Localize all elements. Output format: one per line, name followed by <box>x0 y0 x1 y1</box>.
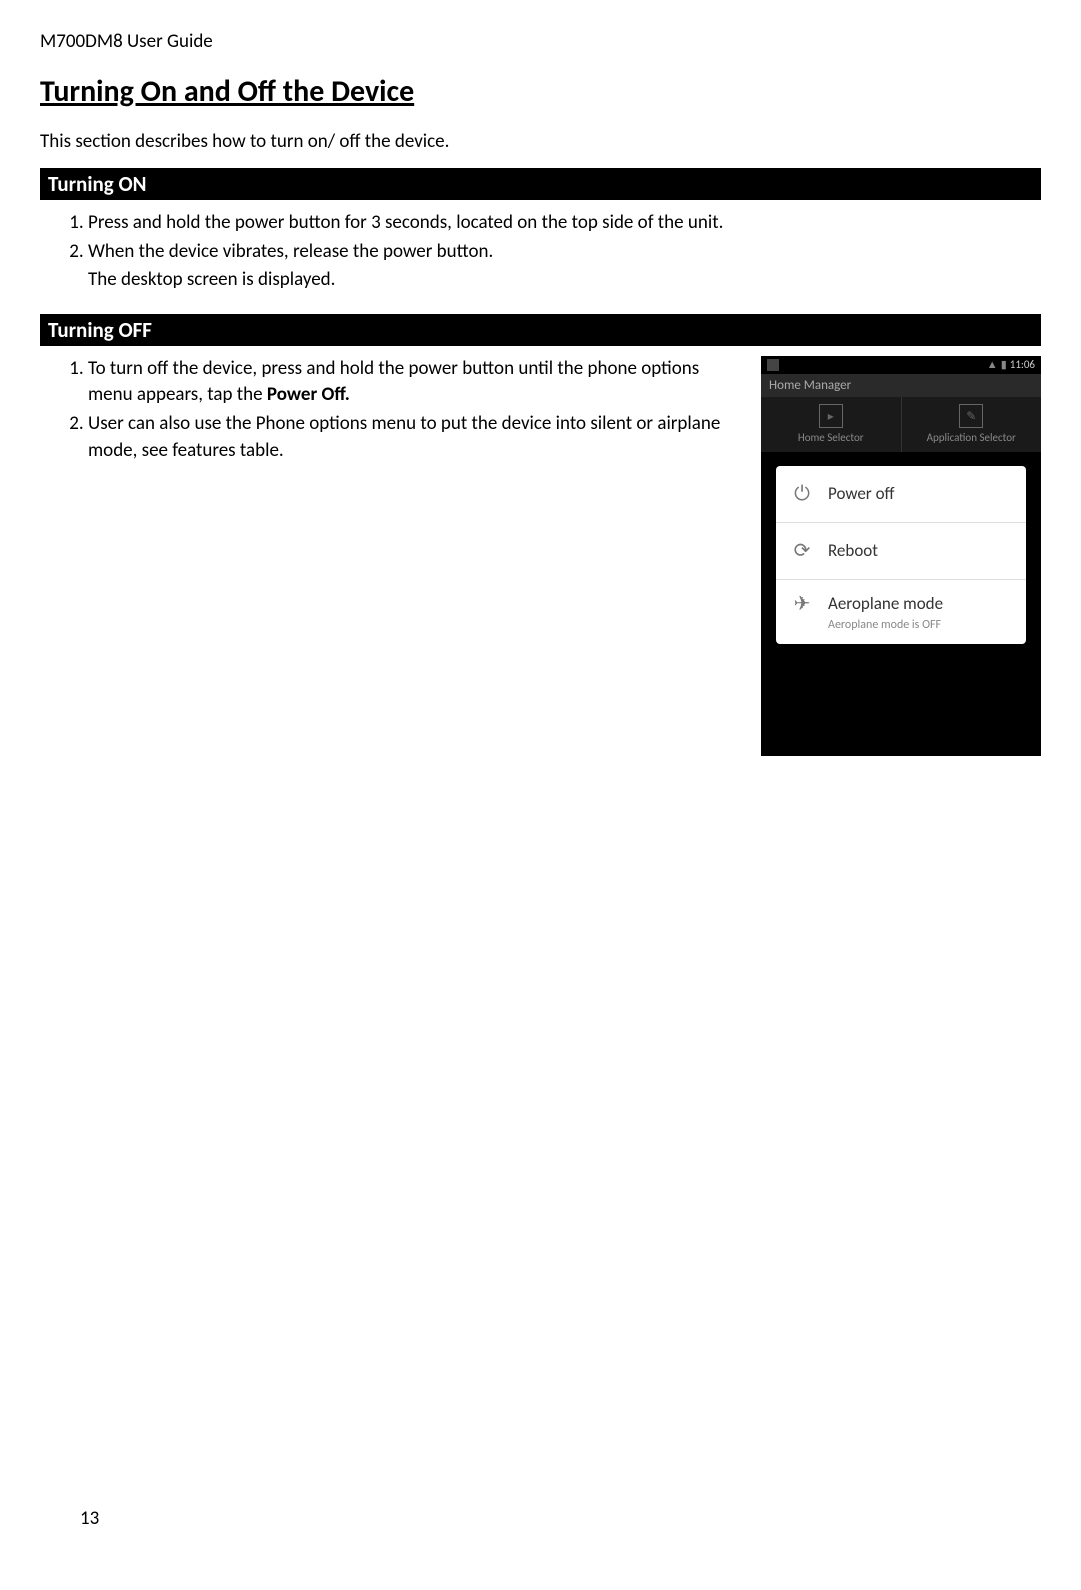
airplane-icon: ✈ <box>790 592 814 616</box>
selector-label: Application Selector <box>927 431 1016 444</box>
section-heading-turning-on: Turning ON <box>40 168 1041 200</box>
page-number: 13 <box>80 1507 99 1530</box>
home-selector-tab[interactable]: ▸ Home Selector <box>761 397 902 452</box>
airplane-mode-option[interactable]: ✈ Aeroplane mode Aeroplane mode is OFF <box>776 580 1026 644</box>
page-title: Turning On and Off the Device <box>40 73 1041 110</box>
status-icon <box>767 359 779 371</box>
turning-off-steps: To turn off the device, press and hold t… <box>40 356 741 464</box>
power-off-option[interactable]: ⏻ Power off <box>776 466 1026 523</box>
home-manager-label: Home Manager <box>761 374 1041 397</box>
airplane-subtext: Aeroplane mode is OFF <box>828 618 941 632</box>
status-bar: ▲ ▮ 11:06 <box>761 356 1041 374</box>
list-item: To turn off the device, press and hold t… <box>88 356 741 409</box>
section-heading-turning-off: Turning OFF <box>40 314 1041 346</box>
list-item: User can also use the Phone options menu… <box>88 411 741 464</box>
play-icon: ▸ <box>819 404 843 428</box>
selector-row: ▸ Home Selector ✎ Application Selector <box>761 397 1041 452</box>
app-selector-tab[interactable]: ✎ Application Selector <box>902 397 1042 452</box>
document-header: M700DM8 User Guide <box>40 30 1041 53</box>
list-item: Press and hold the power button for 3 se… <box>88 210 1041 237</box>
power-options-dialog: ⏻ Power off ⟳ Reboot ✈ Aeroplane mode Ae… <box>776 466 1026 644</box>
signal-icon: ▲ <box>987 358 998 371</box>
dialog-label: Reboot <box>828 540 878 561</box>
dialog-label: Power off <box>828 483 894 504</box>
reboot-option[interactable]: ⟳ Reboot <box>776 523 1026 580</box>
edit-icon: ✎ <box>959 404 983 428</box>
power-icon: ⏻ <box>790 482 814 506</box>
reboot-icon: ⟳ <box>790 539 814 563</box>
turning-on-steps: Press and hold the power button for 3 se… <box>40 210 1041 265</box>
battery-icon: ▮ <box>1001 358 1007 371</box>
power-off-bold: Power Off. <box>267 383 350 406</box>
phone-screenshot: ▲ ▮ 11:06 Home Manager ▸ Home Selector ✎… <box>761 356 1041 756</box>
step-text: To turn off the device, press and hold t… <box>88 357 699 407</box>
status-time: 11:06 <box>1010 358 1035 371</box>
list-item: When the device vibrates, release the po… <box>88 239 1041 266</box>
selector-label: Home Selector <box>798 431 864 444</box>
intro-paragraph: This section describes how to turn on/ o… <box>40 130 1041 153</box>
sub-text: The desktop screen is displayed. <box>88 267 1041 294</box>
dialog-label: Aeroplane mode <box>828 593 943 614</box>
